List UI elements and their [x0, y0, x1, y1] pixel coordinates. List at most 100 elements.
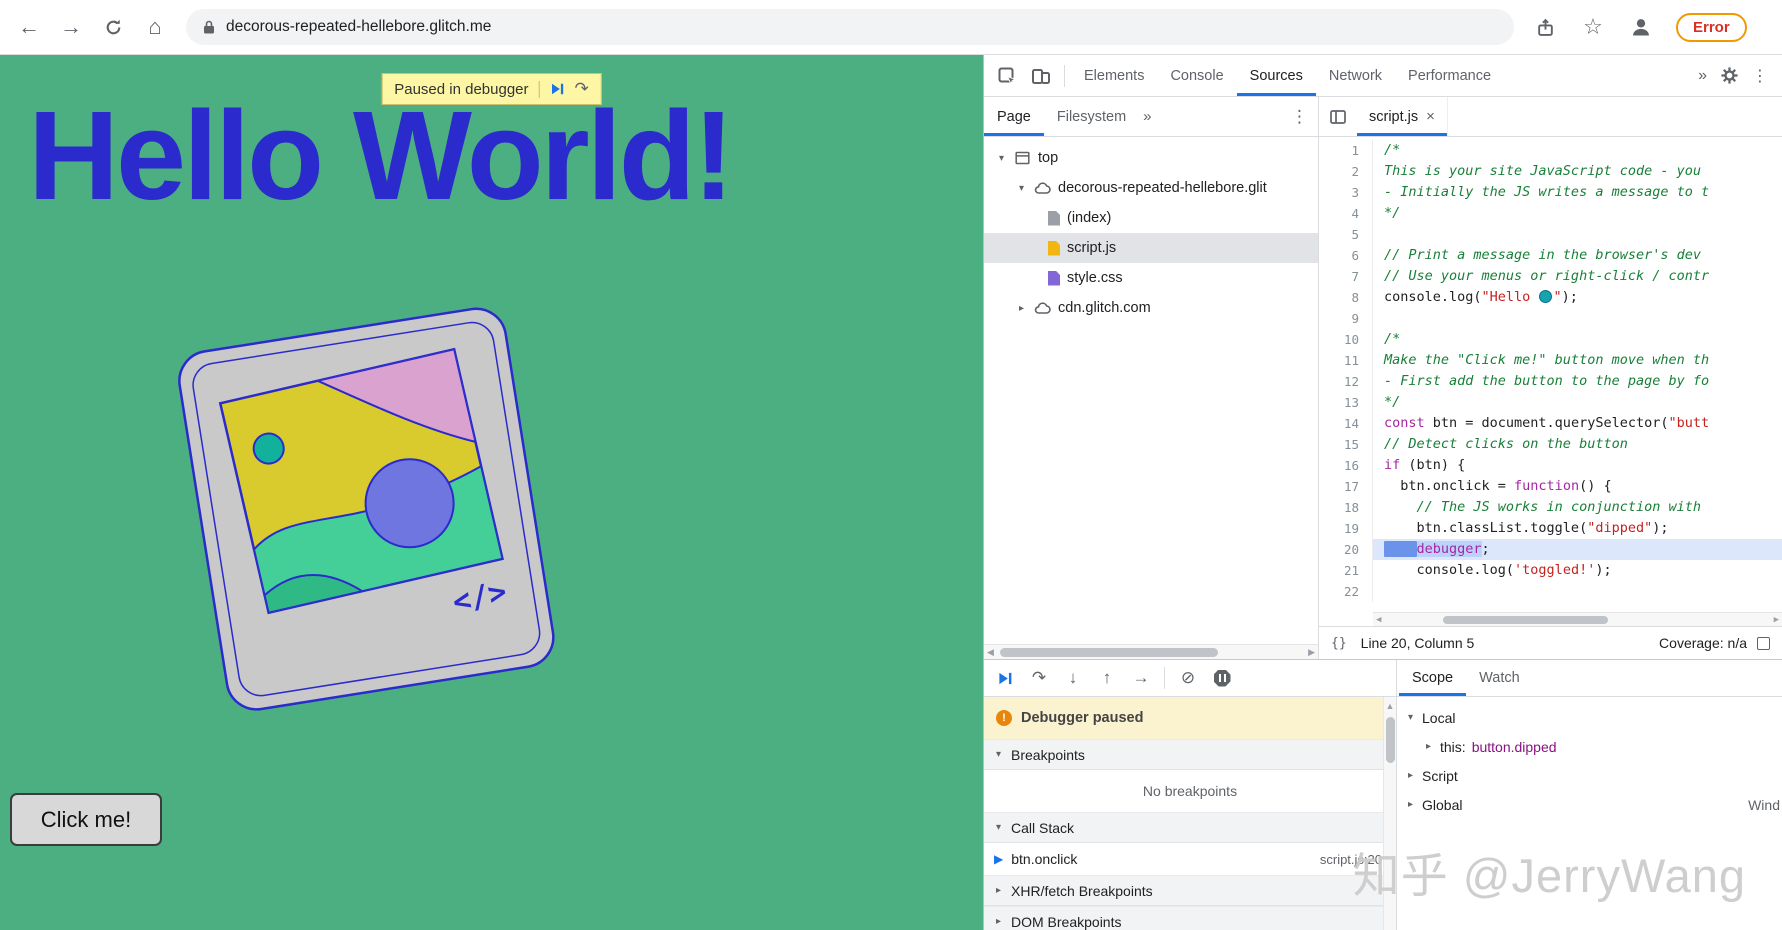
inspect-element-icon[interactable] [990, 66, 1024, 86]
click-me-button[interactable]: Click me! [10, 793, 162, 846]
tree-item-index[interactable]: (index) [984, 203, 1318, 233]
sidebar-tab-watch[interactable]: Watch [1466, 660, 1533, 696]
code-line-19[interactable]: 19 btn.classList.toggle("dipped"); [1319, 518, 1782, 539]
code-line-1[interactable]: 1 /* [1319, 140, 1782, 161]
tree-item-top[interactable]: ▾ top [984, 143, 1318, 173]
gutter-line-number[interactable]: 10 [1319, 329, 1373, 350]
scope-this-row[interactable]: ▸ this: button.dipped [1397, 732, 1782, 761]
sources-tab-filesystem[interactable]: Filesystem [1044, 97, 1139, 136]
code-line-20[interactable]: 20 debugger; [1319, 539, 1782, 560]
step-button[interactable]: → [1124, 668, 1158, 688]
devtools-tab-elements[interactable]: Elements [1071, 55, 1157, 96]
devtools-tab-performance[interactable]: Performance [1395, 55, 1504, 96]
code-line-2[interactable]: 2 This is your site JavaScript code - you [1319, 161, 1782, 182]
tree-item-stylecss[interactable]: style.css [984, 263, 1318, 293]
profile-avatar-icon[interactable] [1622, 8, 1660, 46]
code-line-18[interactable]: 18 // The JS works in conjunction with [1319, 497, 1782, 518]
gutter-line-number[interactable]: 12 [1319, 371, 1373, 392]
drawer-icon[interactable] [1757, 636, 1770, 650]
expand-icon[interactable]: ▸ [1405, 770, 1416, 781]
resume-script-button[interactable] [988, 671, 1022, 686]
reload-icon[interactable] [94, 8, 132, 46]
code-line-8[interactable]: 8 console.log("Hello "); [1319, 287, 1782, 308]
sidebar-horizontal-scrollbar[interactable]: ◀ ▶ [984, 644, 1318, 659]
code-line-12[interactable]: 12 - First add the button to the page by … [1319, 371, 1782, 392]
pause-on-exceptions-button[interactable] [1205, 669, 1239, 687]
pretty-print-icon[interactable]: {} [1331, 636, 1347, 651]
code-line-21[interactable]: 21 console.log('toggled!'); [1319, 560, 1782, 581]
call-stack-frame[interactable]: ▶ btn.onclick script.js:20 [984, 843, 1396, 875]
code-line-15[interactable]: 15 // Detect clicks on the button [1319, 434, 1782, 455]
share-icon[interactable] [1526, 8, 1564, 46]
scrollbar-thumb[interactable] [1386, 717, 1395, 763]
code-line-3[interactable]: 3 - Initially the JS writes a message to … [1319, 182, 1782, 203]
scope-local-row[interactable]: ▾ Local [1397, 703, 1782, 732]
gutter-line-number[interactable]: 1 [1319, 140, 1373, 161]
gutter-line-number[interactable]: 20 [1319, 539, 1373, 560]
sidebar-menu-kebab-icon[interactable]: ⋮ [1281, 107, 1318, 127]
step-over-button[interactable]: ↷ [1022, 668, 1056, 688]
bookmark-star-icon[interactable]: ☆ [1574, 8, 1612, 46]
sidebar-tab-scope[interactable]: Scope [1399, 660, 1466, 696]
code-line-22[interactable]: 22 [1319, 581, 1782, 602]
settings-gear-icon[interactable] [1720, 66, 1739, 85]
gutter-line-number[interactable]: 5 [1319, 224, 1373, 245]
sources-tab-page[interactable]: Page [984, 97, 1044, 136]
deactivate-breakpoints-button[interactable]: ⊘ [1171, 668, 1205, 688]
gutter-line-number[interactable]: 7 [1319, 266, 1373, 287]
xhr-breakpoints-section-header[interactable]: ▸ XHR/fetch Breakpoints [984, 875, 1396, 906]
tree-item-origin[interactable]: ▾ decorous-repeated-hellebore.glit [984, 173, 1318, 203]
code-line-5[interactable]: 5 [1319, 224, 1782, 245]
dom-breakpoints-section-header[interactable]: ▸ DOM Breakpoints [984, 906, 1396, 930]
forward-icon[interactable]: → [52, 8, 90, 46]
navigator-toggle-icon[interactable] [1319, 108, 1357, 126]
tree-item-cdn[interactable]: ▸ cdn.glitch.com [984, 293, 1318, 323]
device-toolbar-icon[interactable] [1024, 66, 1058, 86]
expand-icon[interactable]: ▸ [1016, 303, 1027, 314]
code-line-14[interactable]: 14 const btn = document.querySelector("bu… [1319, 413, 1782, 434]
editor-horizontal-scrollbar[interactable]: ◀ ▶ [1373, 612, 1782, 626]
expand-icon[interactable]: ▸ [1405, 799, 1416, 810]
breakpoints-section-header[interactable]: ▾ Breakpoints [984, 739, 1396, 770]
gutter-line-number[interactable]: 6 [1319, 245, 1373, 266]
code-line-10[interactable]: 10 /* [1319, 329, 1782, 350]
scroll-right-icon[interactable]: ▶ [1308, 647, 1315, 658]
expand-icon[interactable]: ▸ [1423, 741, 1434, 752]
code-area[interactable]: 1 /* 2 This is your site JavaScript code - … [1319, 137, 1782, 626]
gutter-line-number[interactable]: 19 [1319, 518, 1373, 539]
gutter-line-number[interactable]: 17 [1319, 476, 1373, 497]
scroll-up-icon[interactable]: ▲ [1386, 701, 1395, 711]
gutter-line-number[interactable]: 11 [1319, 350, 1373, 371]
devtools-tab-console[interactable]: Console [1157, 55, 1236, 96]
collapse-icon[interactable]: ▾ [993, 822, 1004, 833]
collapse-icon[interactable]: ▾ [996, 153, 1007, 164]
error-extension-button[interactable]: Error [1676, 12, 1747, 42]
code-line-13[interactable]: 13 */ [1319, 392, 1782, 413]
step-into-button[interactable]: ↓ [1056, 668, 1090, 688]
scrollbar-thumb[interactable] [1443, 615, 1608, 624]
gutter-line-number[interactable]: 8 [1319, 287, 1373, 308]
step-out-button[interactable]: ↑ [1090, 668, 1124, 688]
code-line-4[interactable]: 4 */ [1319, 203, 1782, 224]
scrollbar-thumb[interactable] [1000, 647, 1218, 657]
close-tab-icon[interactable]: × [1426, 108, 1435, 125]
gutter-line-number[interactable]: 9 [1319, 308, 1373, 329]
collapse-icon[interactable]: ▾ [1016, 183, 1027, 194]
scroll-left-icon[interactable]: ◀ [1376, 615, 1381, 625]
code-line-17[interactable]: 17 btn.onclick = function() { [1319, 476, 1782, 497]
code-line-16[interactable]: 16 if (btn) { [1319, 455, 1782, 476]
code-line-9[interactable]: 9 [1319, 308, 1782, 329]
gutter-line-number[interactable]: 16 [1319, 455, 1373, 476]
code-line-6[interactable]: 6 // Print a message in the browser's dev [1319, 245, 1782, 266]
home-icon[interactable]: ⌂ [136, 8, 174, 46]
back-icon[interactable]: ← [10, 8, 48, 46]
devtools-tab-network[interactable]: Network [1316, 55, 1395, 96]
code-line-11[interactable]: 11 Make the "Click me!" button move when … [1319, 350, 1782, 371]
address-bar[interactable]: decorous-repeated-hellebore.glitch.me [186, 9, 1514, 45]
gutter-line-number[interactable]: 14 [1319, 413, 1373, 434]
collapse-icon[interactable]: ▾ [993, 749, 1004, 760]
call-stack-section-header[interactable]: ▾ Call Stack [984, 812, 1396, 843]
expand-icon[interactable]: ▸ [993, 916, 1004, 927]
tree-item-scriptjs[interactable]: script.js [984, 233, 1318, 263]
scroll-left-icon[interactable]: ◀ [987, 647, 994, 658]
